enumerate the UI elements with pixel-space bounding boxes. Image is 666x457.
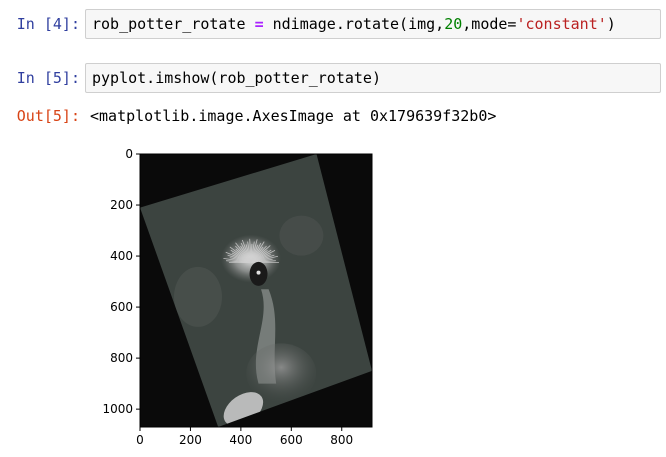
- x-tick-label: 400: [229, 433, 252, 447]
- bokeh-left: [174, 266, 222, 327]
- code-cell-4[interactable]: rob_potter_rotate = ndimage.rotate(img,2…: [85, 9, 661, 39]
- code-var: rob_potter_rotate: [92, 15, 246, 33]
- code-cell-5[interactable]: pyplot.imshow(rob_potter_rotate): [85, 63, 661, 93]
- output-text: <matplotlib.image.AxesImage at 0x179639f…: [90, 107, 497, 125]
- x-tick-label: 200: [179, 433, 202, 447]
- bird-eye: [256, 270, 261, 275]
- y-tick-label: 400: [110, 249, 133, 263]
- code-sep: ,mode=: [462, 15, 517, 33]
- x-tick-label: 0: [136, 433, 144, 447]
- bokeh-right: [279, 215, 324, 256]
- cell-prompt-in-5: In [5]:: [16, 69, 80, 87]
- y-tick-label: 0: [125, 147, 133, 161]
- cell-prompt-in-4: In [4]:: [16, 15, 80, 33]
- y-axis-ticks: 0 200 400 600 800 1000: [102, 147, 140, 416]
- x-axis-ticks: 0 200 400 600 800: [136, 427, 353, 447]
- code-mode: 'constant': [516, 15, 607, 33]
- code-line: pyplot.imshow(rob_potter_rotate): [92, 69, 381, 87]
- y-tick-label: 600: [110, 300, 133, 314]
- imshow-plot: 0 200 400 600 800 0 200 400 600 800 1000: [102, 147, 373, 447]
- y-tick-label: 800: [110, 351, 133, 365]
- code-close: ): [606, 15, 616, 33]
- x-tick-label: 600: [280, 433, 303, 447]
- x-tick-label: 800: [330, 433, 353, 447]
- cell-prompt-out-5: Out[5]:: [16, 107, 80, 125]
- y-tick-label: 200: [110, 198, 133, 212]
- code-angle: 20: [444, 15, 463, 33]
- code-line: rob_potter_rotate = ndimage.rotate(img,2…: [92, 15, 616, 33]
- y-tick-label: 1000: [102, 402, 133, 416]
- code-operator: =: [254, 15, 264, 33]
- code-call: ndimage.rotate(img,: [272, 15, 445, 33]
